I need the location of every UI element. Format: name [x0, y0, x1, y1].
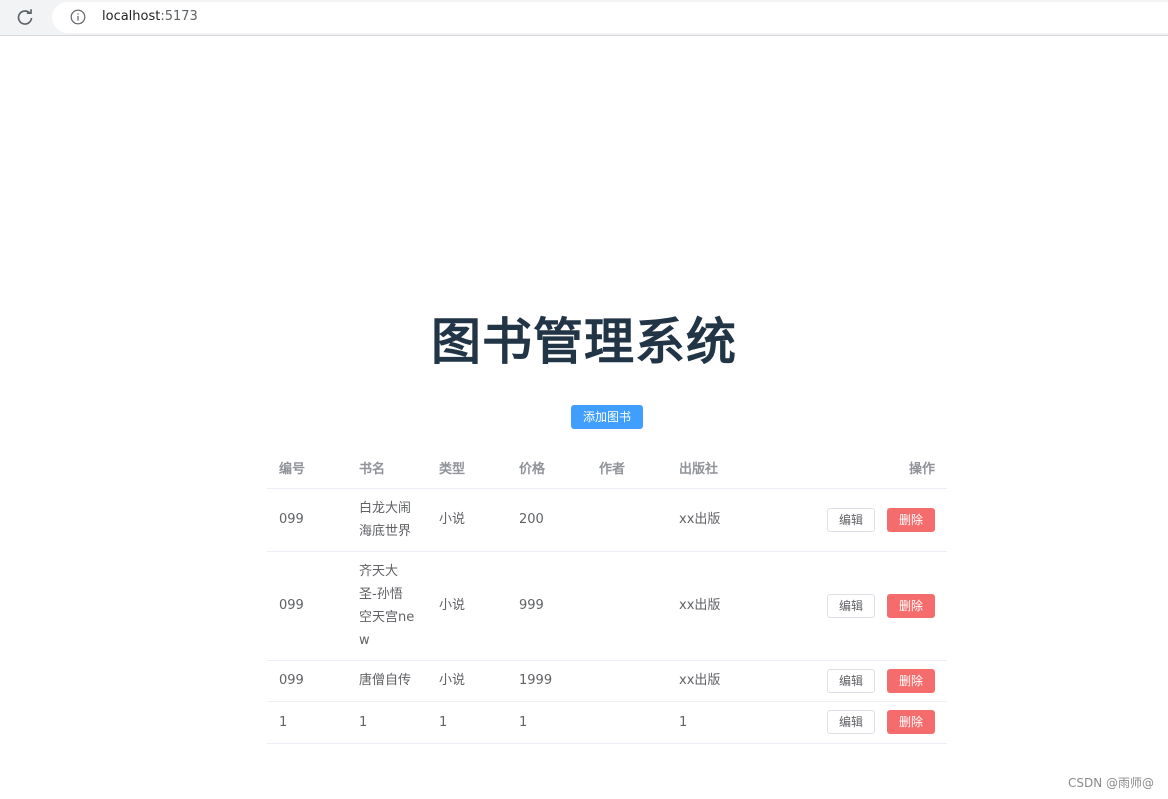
table-row: 099 齐天大圣-孙悟空天宫new 小说 999 xx出版 编辑 删除 [267, 551, 947, 661]
url-host: localhost [102, 9, 161, 24]
table-header-row: 编号 书名 类型 价格 作者 出版社 操作 [267, 448, 947, 489]
edit-button[interactable]: 编辑 [827, 593, 875, 618]
edit-button[interactable]: 编辑 [827, 668, 875, 693]
cell-type: 小说 [427, 660, 507, 702]
reload-icon [17, 9, 33, 25]
cell-price: 1999 [507, 660, 587, 702]
header-author: 作者 [587, 448, 667, 489]
cell-ops: 编辑 删除 [747, 660, 947, 702]
cell-author [587, 701, 667, 744]
cell-ops: 编辑 删除 [747, 551, 947, 661]
cell-price: 999 [507, 551, 587, 661]
cell-name: 1 [347, 701, 427, 744]
cell-name: 白龙大闹海底世界 [347, 488, 427, 552]
cell-id: 099 [267, 551, 347, 661]
reload-button[interactable] [14, 7, 36, 29]
cell-type: 小说 [427, 551, 507, 661]
header-id: 编号 [267, 448, 347, 489]
table-row: 1 1 1 1 1 编辑 删除 [267, 701, 947, 744]
header-name: 书名 [347, 448, 427, 489]
cell-price: 200 [507, 488, 587, 552]
delete-button[interactable]: 删除 [887, 507, 935, 532]
delete-button[interactable]: 删除 [887, 710, 935, 734]
cell-id: 099 [267, 660, 347, 702]
table-row: 099 白龙大闹海底世界 小说 200 xx出版 编辑 删除 [267, 488, 947, 552]
info-icon[interactable] [70, 9, 86, 25]
header-price: 价格 [507, 448, 587, 489]
edit-button[interactable]: 编辑 [827, 710, 875, 734]
delete-button[interactable]: 删除 [887, 593, 935, 618]
browser-toolbar: localhost:5173 [0, 0, 1168, 36]
cell-name: 齐天大圣-孙悟空天宫new [347, 551, 427, 661]
cell-id: 099 [267, 488, 347, 552]
cell-author [587, 660, 667, 702]
add-book-button[interactable]: 添加图书 [571, 405, 643, 429]
address-bar[interactable]: localhost:5173 [52, 2, 1168, 33]
cell-author [587, 551, 667, 661]
header-publisher: 出版社 [667, 448, 747, 489]
cell-type: 1 [427, 701, 507, 744]
delete-button[interactable]: 删除 [887, 668, 935, 693]
cell-publisher: xx出版 [667, 488, 747, 552]
cell-ops: 编辑 删除 [747, 701, 947, 744]
header-ops: 操作 [747, 448, 947, 489]
cell-ops: 编辑 删除 [747, 488, 947, 552]
books-table: 编号 书名 类型 价格 作者 出版社 操作 099 白龙大闹海底世界 小说 20… [267, 448, 947, 744]
cell-publisher: 1 [667, 701, 747, 744]
watermark: CSDN @雨师@ [1067, 776, 1154, 790]
cell-id: 1 [267, 701, 347, 744]
cell-publisher: xx出版 [667, 551, 747, 661]
cell-publisher: xx出版 [667, 660, 747, 702]
cell-price: 1 [507, 701, 587, 744]
cell-name: 唐僧自传 [347, 660, 427, 702]
page-title: 图书管理系统 [431, 313, 737, 371]
url-port: :5173 [160, 9, 198, 24]
url-text[interactable]: localhost:5173 [102, 9, 198, 25]
header-type: 类型 [427, 448, 507, 489]
cell-type: 小说 [427, 488, 507, 552]
cell-author [587, 488, 667, 552]
edit-button[interactable]: 编辑 [827, 507, 875, 532]
table-row: 099 唐僧自传 小说 1999 xx出版 编辑 删除 [267, 660, 947, 702]
